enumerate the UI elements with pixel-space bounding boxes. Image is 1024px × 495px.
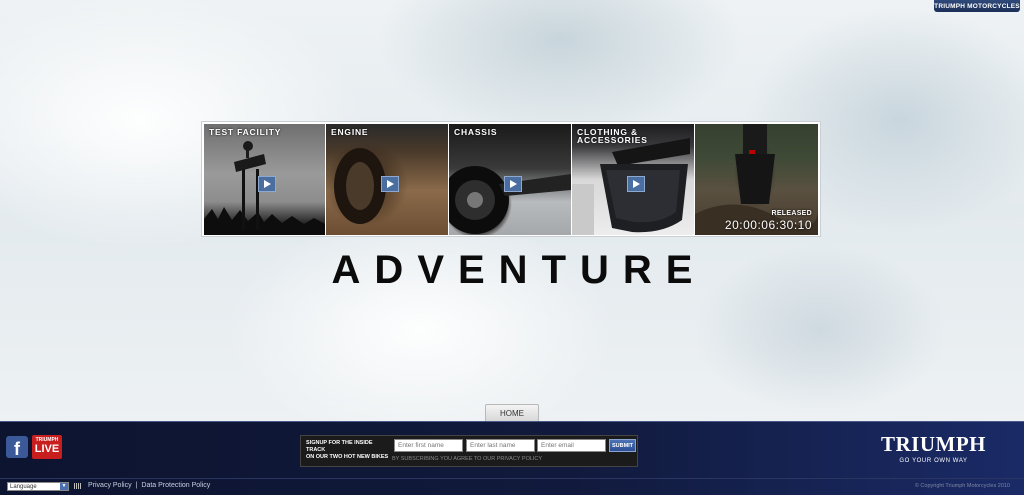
video-label: TEST FACILITY bbox=[209, 127, 282, 137]
video-panel-upcoming[interactable]: RELEASED 20:00:06:30:10 bbox=[695, 124, 818, 235]
footer-links: Privacy Policy | Data Protection Policy bbox=[88, 482, 211, 489]
live-top-label: TRIUMPH bbox=[35, 437, 59, 443]
brand-tab[interactable]: TRIUMPH MOTORCYCLES bbox=[934, 0, 1020, 12]
data-protection-link[interactable]: Data Protection Policy bbox=[141, 482, 210, 489]
facebook-icon[interactable]: f bbox=[6, 436, 28, 458]
video-panel-test-facility[interactable]: TEST FACILITY bbox=[204, 124, 325, 235]
signup-title: SIGNUP FOR THE INSIDE TRACK ON OUR TWO H… bbox=[306, 440, 389, 460]
submit-button[interactable]: SUBMIT bbox=[609, 439, 636, 452]
logo-slogan: GO YOUR OWN WAY bbox=[899, 458, 968, 464]
video-label: CHASSIS bbox=[454, 127, 498, 137]
copyright-text: © Copyright Triumph Motorcycles 2010 bbox=[914, 483, 1010, 489]
triumph-live-button[interactable]: TRIUMPH LIVE bbox=[32, 435, 62, 459]
video-panel-clothing-accessories[interactable]: CLOTHING & ACCESSORIES bbox=[572, 124, 694, 235]
chevron-down-icon: ▼ bbox=[60, 483, 68, 490]
live-label: LIVE bbox=[34, 443, 60, 455]
language-select[interactable]: Language ▼ bbox=[7, 482, 69, 491]
play-icon[interactable] bbox=[504, 176, 522, 192]
video-panel-chassis[interactable]: CHASSIS bbox=[449, 124, 571, 235]
signal-bars-icon bbox=[74, 483, 82, 489]
play-icon[interactable] bbox=[381, 176, 399, 192]
video-label: ENGINE bbox=[331, 127, 369, 137]
signup-disclaimer: BY SUBSCRIBING YOU AGREE TO OUR PRIVACY … bbox=[392, 456, 543, 462]
released-label: RELEASED bbox=[771, 210, 812, 217]
home-button[interactable]: HOME bbox=[485, 404, 539, 421]
last-name-field[interactable] bbox=[466, 439, 535, 452]
video-panel-engine[interactable]: ENGINE bbox=[326, 124, 448, 235]
footer: f TRIUMPH LIVE SIGNUP FOR THE INSIDE TRA… bbox=[0, 421, 1024, 495]
signup-form: SIGNUP FOR THE INSIDE TRACK ON OUR TWO H… bbox=[300, 435, 638, 467]
release-countdown: RELEASED 20:00:06:30:10 bbox=[725, 210, 812, 232]
play-icon[interactable] bbox=[258, 176, 276, 192]
email-field[interactable] bbox=[537, 439, 606, 452]
video-label: CLOTHING & ACCESSORIES bbox=[577, 127, 648, 145]
play-icon[interactable] bbox=[627, 176, 645, 192]
footer-bottom-bar: Language ▼ Privacy Policy | Data Protectio… bbox=[0, 478, 1024, 495]
privacy-policy-link[interactable]: Privacy Policy bbox=[88, 482, 132, 489]
first-name-field[interactable] bbox=[394, 439, 463, 452]
page-title: ADVENTURE bbox=[331, 248, 707, 292]
triumph-logo[interactable]: TRIUMPH GO YOUR OWN WAY bbox=[881, 432, 986, 464]
logo-text: TRIUMPH bbox=[881, 432, 986, 456]
countdown-timer: 20:00:06:30:10 bbox=[724, 218, 812, 232]
video-strip: TEST FACILITY ENGINE CHASSIS CLOTHING & … bbox=[202, 122, 820, 236]
